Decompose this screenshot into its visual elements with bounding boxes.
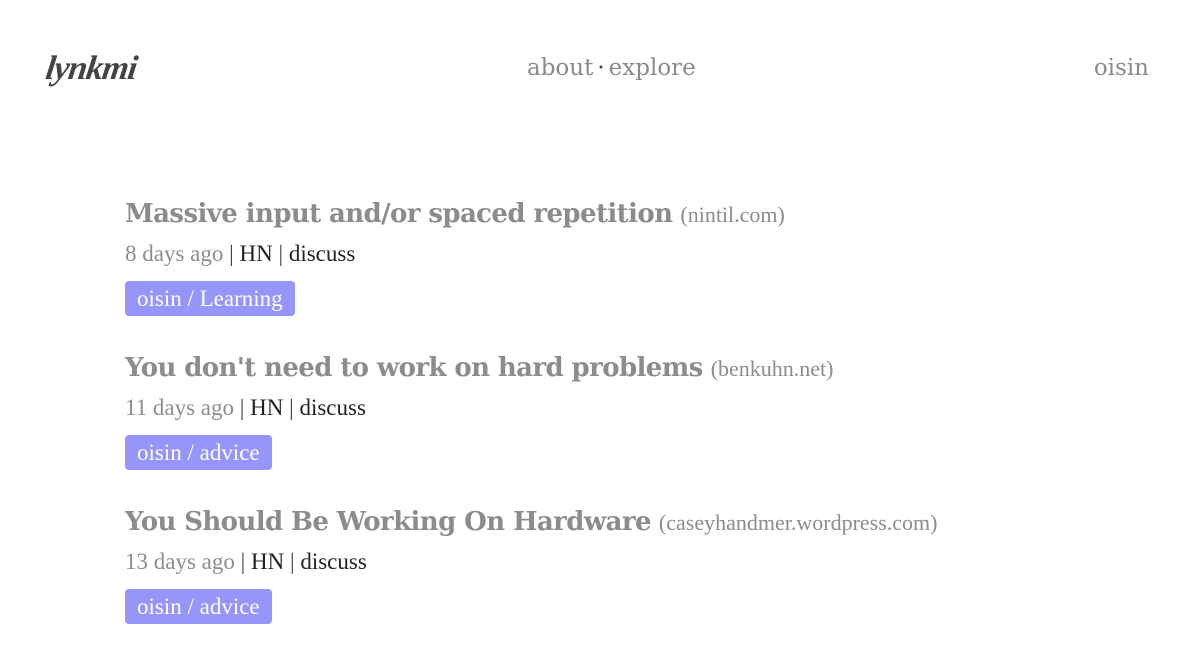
item-title-row: You Should Be Working On Hardware (caseyh… — [125, 503, 1125, 541]
item-domain: (caseyhandmer.wordpress.com) — [658, 510, 938, 535]
item-meta: 13 days ago | HN | discuss — [125, 545, 1125, 579]
meta-separator: | — [239, 395, 245, 420]
item-title-link[interactable]: You don't need to work on hard problems — [125, 353, 703, 383]
meta-separator: | — [278, 241, 284, 266]
meta-separator: | — [229, 241, 234, 266]
collection-tag[interactable]: oisin / Learning — [125, 281, 295, 316]
item-domain: (nintil.com) — [680, 202, 785, 227]
collection-tag[interactable]: oisin / advice — [125, 589, 272, 624]
nav-about-link[interactable]: about — [527, 55, 593, 81]
nav-separator: · — [597, 55, 605, 81]
item-title-row: Massive input and/or spaced repetition (n… — [125, 195, 1125, 233]
meta-separator: | — [289, 395, 294, 420]
collection-tag[interactable]: oisin / advice — [125, 435, 272, 470]
hn-link[interactable]: HN — [239, 241, 272, 266]
meta-separator: | — [289, 549, 295, 574]
nav-explore-link[interactable]: explore — [609, 55, 696, 81]
discuss-link[interactable]: discuss — [300, 549, 366, 574]
item-title-link[interactable]: Massive input and/or spaced repetition — [125, 199, 673, 229]
item-title-row: You don't need to work on hard problems (… — [125, 349, 1125, 387]
site-logo[interactable]: lynkmi — [43, 50, 139, 88]
main-nav: about · explore — [527, 55, 696, 81]
hn-link[interactable]: HN — [251, 549, 284, 574]
item-timestamp: 8 days ago — [125, 241, 224, 266]
user-profile-link[interactable]: oisin — [1094, 55, 1149, 81]
hn-link[interactable]: HN — [250, 395, 283, 420]
item-domain: (benkuhn.net) — [710, 356, 834, 381]
item-title-link[interactable]: You Should Be Working On Hardware — [125, 507, 652, 537]
list-item: You don't need to work on hard problems (… — [125, 349, 1125, 503]
list-item: Massive input and/or spaced repetition (n… — [125, 195, 1125, 349]
discuss-link[interactable]: discuss — [289, 241, 355, 266]
discuss-link[interactable]: discuss — [299, 395, 365, 420]
item-meta: 11 days ago | HN | discuss — [125, 391, 1125, 425]
list-item: You Should Be Working On Hardware (caseyh… — [125, 503, 1125, 653]
item-meta: 8 days ago | HN | discuss — [125, 237, 1125, 271]
link-feed: Massive input and/or spaced repetition (n… — [125, 195, 1125, 653]
meta-separator: | — [240, 549, 246, 574]
top-navigation: lynkmi about · explore oisin — [0, 0, 1200, 140]
item-timestamp: 11 days ago — [125, 395, 235, 420]
item-timestamp: 13 days ago — [125, 549, 235, 574]
